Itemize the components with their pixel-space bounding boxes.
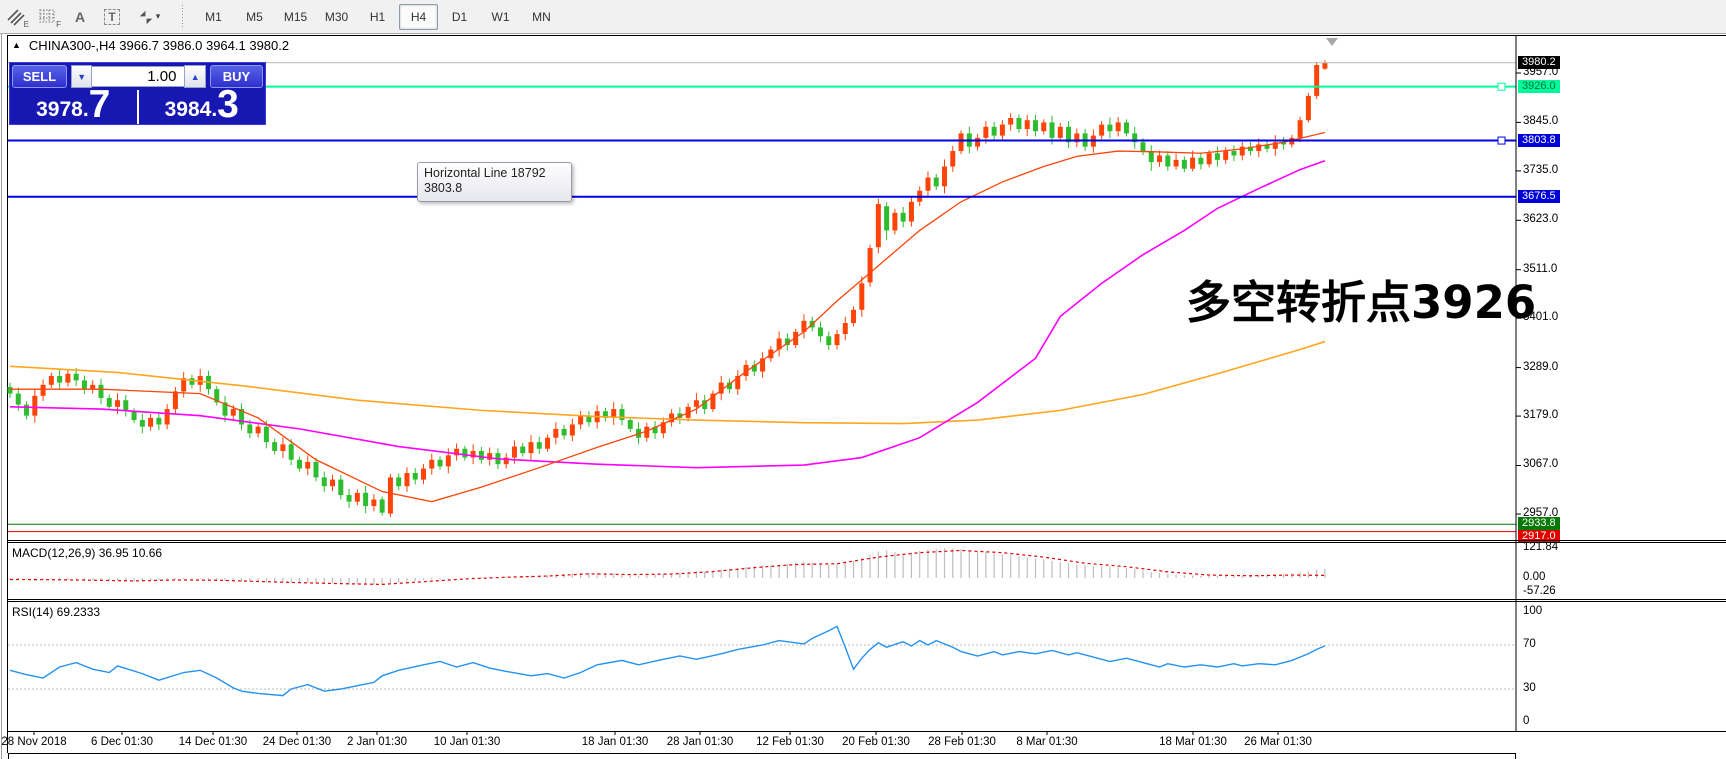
rsi-label: RSI(14) 69.2333 <box>12 605 100 619</box>
tooltip-line1: Horizontal Line 18792 <box>424 166 565 180</box>
chart-title: ▲ CHINA300-,H4 3966.7 3986.0 3964.1 3980… <box>12 37 289 53</box>
buy-price[interactable]: 3984.3 <box>139 88 266 124</box>
rsi-line <box>10 626 1325 695</box>
ma-slow-line <box>10 342 1325 424</box>
macd-histogram <box>10 548 1325 585</box>
sell-price[interactable]: 3978.7 <box>10 88 137 124</box>
ma-fast-line <box>10 133 1325 502</box>
chart-annotation: 多空转折点3926 <box>1186 266 1536 331</box>
sell-button[interactable]: SELL <box>12 65 67 88</box>
collapse-quote-panel-icon[interactable]: ▲ <box>12 40 21 50</box>
chart-title-text: CHINA300-,H4 3966.7 3986.0 3964.1 3980.2 <box>29 38 289 53</box>
macd-signal-line <box>10 550 1325 584</box>
one-click-trading-panel: SELL ▼ ▲ BUY 3978.7 3984.3 <box>9 62 266 125</box>
buy-price-main: 3984 <box>165 98 212 122</box>
volume-increase-button[interactable]: ▲ <box>184 65 206 88</box>
horizontal-line-3926-handle[interactable] <box>1498 83 1505 90</box>
sell-price-main: 3978 <box>36 98 83 122</box>
shift-marker-icon <box>1326 38 1338 46</box>
sell-price-big-digit: 7 <box>89 88 111 122</box>
object-tooltip: Horizontal Line 18792 3803.8 <box>417 162 572 202</box>
candlesticks <box>8 60 1328 517</box>
horizontal-line-3803-handle[interactable] <box>1498 137 1505 144</box>
buy-price-big-digit: 3 <box>217 88 239 122</box>
mt4-window: E F A T ▾ M1M5M15M30H1H4D1W1MN <box>0 0 1726 759</box>
next-window-stub <box>8 753 1516 759</box>
tooltip-line2: 3803.8 <box>424 181 565 195</box>
macd-label: MACD(12,26,9) 36.95 10.66 <box>12 546 162 560</box>
